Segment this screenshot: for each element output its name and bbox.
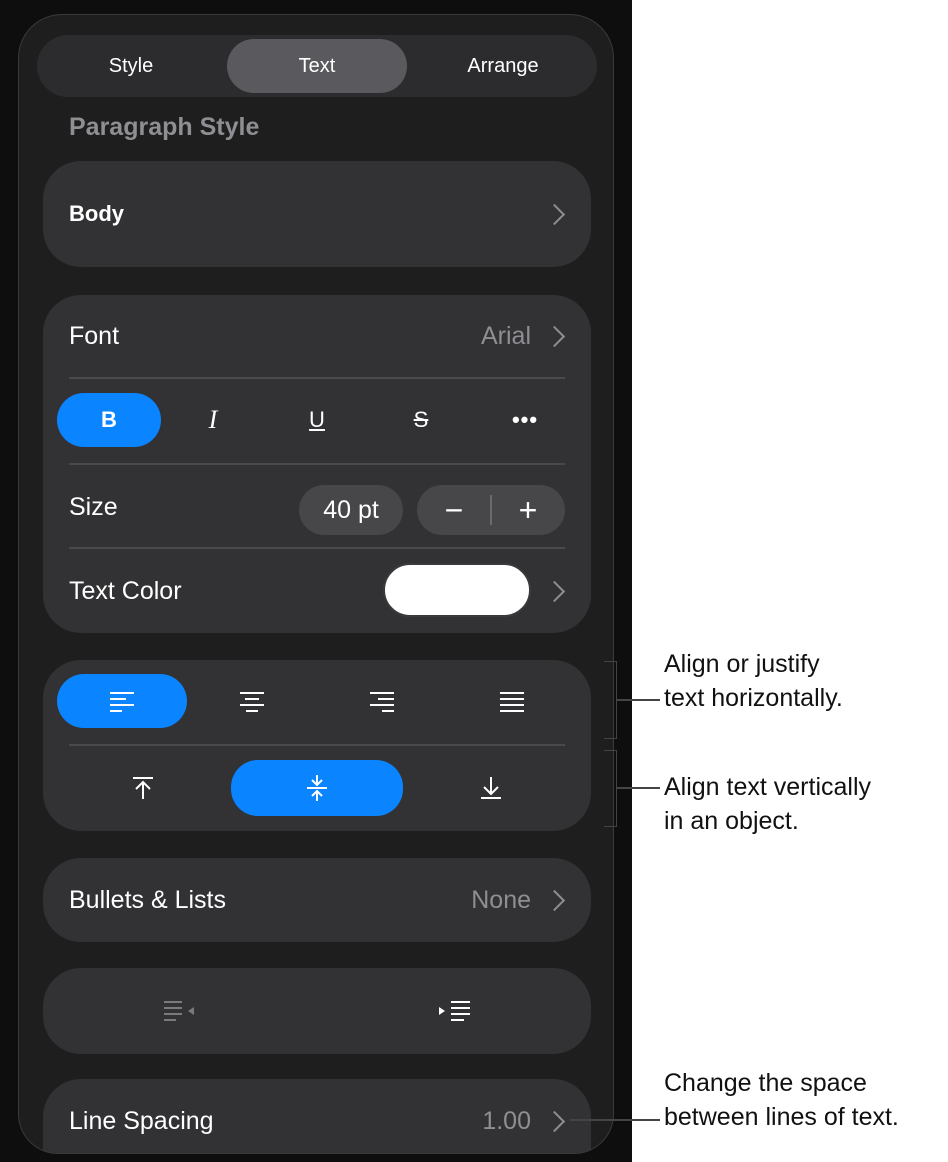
decrease-indent-icon (164, 1001, 194, 1021)
align-left-button[interactable] (57, 674, 187, 728)
font-value: Arial (480, 322, 531, 350)
increase-indent-button[interactable] (317, 968, 591, 1054)
paragraph-style-row[interactable]: Body (43, 161, 591, 267)
text-color-swatch[interactable] (383, 563, 531, 617)
italic-button[interactable]: I (161, 393, 265, 447)
font-size-value[interactable]: 40 pt (299, 485, 403, 535)
align-top-button[interactable] (57, 760, 229, 816)
device-frame: Style Text Arrange Paragraph Style Body … (0, 0, 632, 1162)
callout-text: in an object. (664, 807, 799, 835)
line-spacing-row[interactable]: Line Spacing 1.00 (43, 1079, 591, 1153)
vertical-align-callout: Align text vertically in an object. (664, 770, 871, 838)
align-bottom-button[interactable] (405, 760, 577, 816)
callout-line (570, 1119, 660, 1121)
bullets-value: None (471, 886, 531, 914)
underline-button[interactable]: U (265, 393, 369, 447)
font-size-stepper: − + (417, 485, 565, 535)
justify-button[interactable] (447, 674, 577, 728)
vertical-align-bracket (604, 750, 617, 827)
align-bottom-icon (481, 777, 501, 799)
size-label: Size (69, 493, 118, 521)
bold-button[interactable]: B (57, 393, 161, 447)
callout-line (616, 699, 660, 701)
font-row[interactable]: Font Arial (43, 295, 591, 377)
divider (69, 547, 565, 549)
align-center-icon (240, 692, 264, 712)
callout-line (616, 787, 660, 789)
chevron-right-icon (543, 325, 566, 348)
paragraph-style-heading: Paragraph Style (69, 113, 260, 141)
paragraph-style-value: Body (69, 201, 124, 226)
increase-indent-icon (439, 1001, 470, 1021)
line-spacing-label: Line Spacing (69, 1107, 214, 1135)
format-panel: Style Text Arrange Paragraph Style Body … (18, 14, 614, 1154)
font-label: Font (69, 322, 120, 350)
divider (69, 377, 565, 379)
chevron-right-icon (543, 889, 566, 912)
tab-bar: Style Text Arrange (37, 35, 597, 97)
tab-style[interactable]: Style (41, 39, 221, 93)
callout-text: between lines of text. (664, 1103, 899, 1131)
decrease-indent-button[interactable] (43, 968, 317, 1054)
chevron-right-icon[interactable] (543, 580, 566, 603)
line-spacing-value: 1.00 (482, 1107, 531, 1135)
line-spacing-callout: Change the space between lines of text. (664, 1066, 899, 1134)
align-middle-icon (307, 775, 327, 801)
chevron-right-icon (543, 203, 566, 226)
bullets-label: Bullets & Lists (69, 886, 227, 914)
alignment-card (43, 660, 591, 831)
decrease-size-button[interactable]: − (417, 485, 491, 535)
callout-text: Align text vertically (664, 773, 872, 801)
justify-icon (500, 692, 524, 712)
align-middle-button[interactable] (231, 760, 403, 816)
bullets-lists-row[interactable]: Bullets & Lists None (43, 858, 591, 942)
align-right-icon (370, 692, 394, 712)
chevron-right-icon (543, 1110, 566, 1133)
divider (69, 463, 565, 465)
font-card: Font Arial B I U S ••• Size 40 pt − + Te… (43, 295, 591, 633)
align-left-icon (110, 692, 134, 712)
align-right-button[interactable] (317, 674, 447, 728)
align-top-icon (133, 777, 153, 799)
strikethrough-button[interactable]: S (369, 393, 473, 447)
text-color-label: Text Color (69, 577, 182, 605)
indent-card (43, 968, 591, 1054)
more-options-button[interactable]: ••• (473, 393, 577, 447)
horizontal-align-callout: Align or justify text horizontally. (664, 647, 843, 715)
increase-size-button[interactable]: + (491, 485, 565, 535)
align-center-button[interactable] (187, 674, 317, 728)
tab-text[interactable]: Text (227, 39, 407, 93)
callout-text: text horizontally. (664, 684, 843, 712)
divider (69, 744, 565, 746)
callout-text: Change the space (664, 1069, 867, 1097)
callout-text: Align or justify (664, 650, 820, 678)
tab-arrange[interactable]: Arrange (413, 39, 593, 93)
